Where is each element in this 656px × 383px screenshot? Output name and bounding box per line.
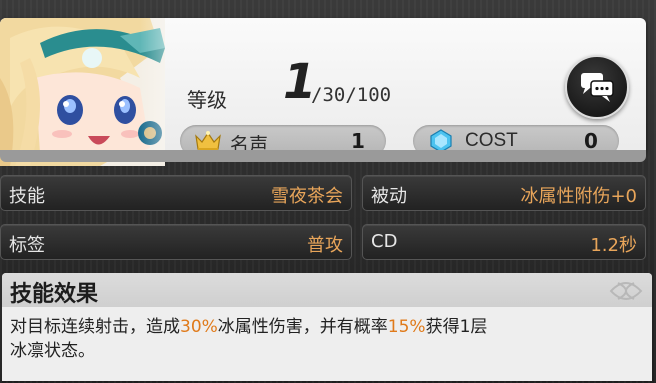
character-info-panel: 等级 1 /30/100 名声 1 COST 0: [0, 18, 646, 166]
skill-effect-description: 对目标连续射击，造成30%冰属性伤害，并有概率15%获得1层冰凛状态。: [10, 315, 640, 363]
skill-value: 雪夜茶会: [271, 186, 343, 207]
cost-label: COST: [465, 130, 518, 151]
knot-ornament-icon: [609, 282, 643, 300]
effect-text-part: 对目标连续射击，造成: [10, 317, 180, 337]
passive-label: 被动: [371, 186, 407, 207]
chat-button[interactable]: [565, 55, 629, 119]
skill-label: 技能: [9, 186, 45, 207]
effect-text-part: 获得1层: [425, 317, 488, 337]
effect-chance-percent: 15%: [387, 317, 426, 337]
level-max: /30/100: [311, 84, 392, 106]
level-label: 等级: [187, 88, 227, 112]
crown-icon: [195, 131, 221, 151]
cd-value: 1.2秒: [590, 235, 637, 256]
skill-effect-panel: 技能效果 对目标连续射击，造成30%冰属性伤害，并有概率15%获得1层冰凛状态。: [2, 273, 652, 381]
cd-label: CD: [371, 231, 398, 252]
effect-text-part: 冰凛状态。: [10, 341, 95, 361]
chat-bubbles-icon: [581, 73, 614, 102]
tag-row: 标签 普攻: [0, 224, 352, 260]
tag-value: 普攻: [307, 235, 343, 256]
skill-effect-header: 技能效果: [2, 273, 652, 307]
skill-row: 技能 雪夜茶会: [0, 175, 352, 211]
passive-row: 被动 冰属性附伤+0: [362, 175, 646, 211]
effect-text-part: 冰属性伤害，并有概率: [217, 317, 388, 337]
portrait-fade: [0, 18, 165, 150]
character-portrait: [0, 18, 165, 166]
tag-label: 标签: [9, 235, 45, 256]
effect-damage-percent: 30%: [180, 317, 218, 337]
skill-effect-title: 技能效果: [10, 282, 99, 307]
panel-divider: [0, 150, 646, 162]
passive-value: 冰属性附伤+0: [520, 186, 637, 207]
cd-row: CD 1.2秒: [362, 224, 646, 260]
